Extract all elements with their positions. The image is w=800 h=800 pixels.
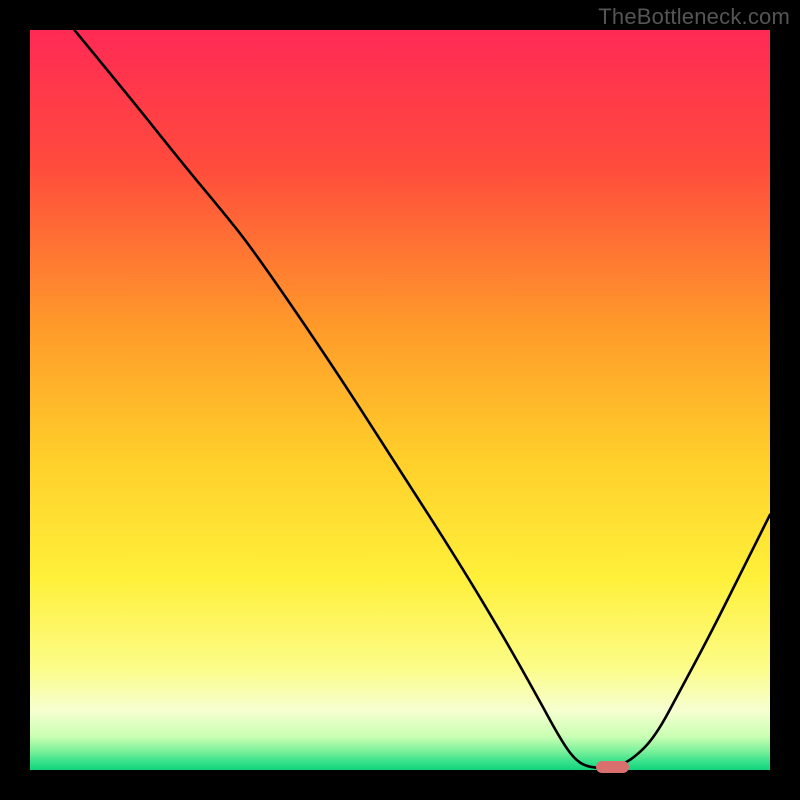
- chart-stage: TheBottleneck.com: [0, 0, 800, 800]
- y-axis: [0, 30, 30, 770]
- gradient-background: [30, 30, 770, 770]
- plot-area: [30, 30, 770, 770]
- watermark-text: TheBottleneck.com: [598, 4, 790, 30]
- x-axis: [30, 770, 770, 800]
- optimal-marker: [596, 761, 629, 773]
- chart-svg: [30, 30, 770, 770]
